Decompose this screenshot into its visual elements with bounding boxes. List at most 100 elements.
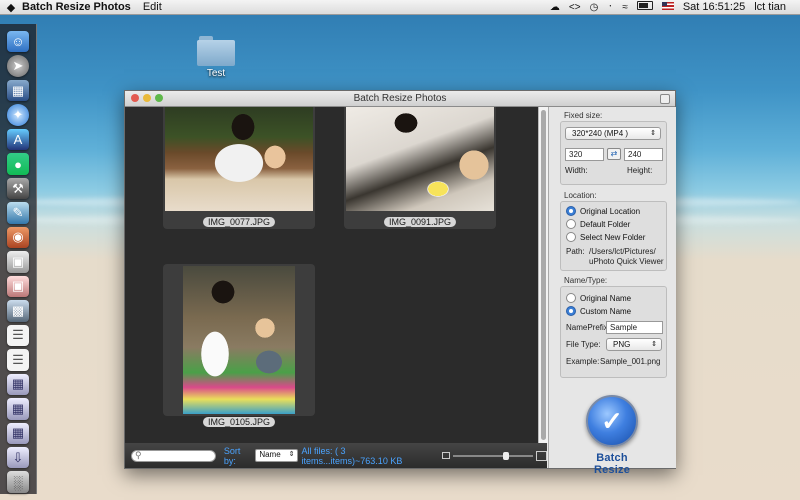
bottom-bar: ⚲ Sort by: Name ⇕ All files: ( 3 items..… (125, 443, 547, 468)
location-option-label: Select New Folder (580, 232, 646, 242)
thumbnail-size-slider[interactable] (442, 450, 547, 461)
photo-caption: IMG_0105.JPG (202, 417, 276, 427)
height-field[interactable]: 240 (624, 148, 663, 161)
scrollbar-thumb[interactable] (541, 110, 546, 440)
photo-caption: IMG_0091.JPG (383, 217, 457, 227)
clock[interactable]: Sat 16:51:25 (683, 1, 745, 13)
slider-knob[interactable] (503, 451, 509, 460)
nameprefix-label: NamePrefix: (566, 323, 611, 332)
location-option-label: Default Folder (580, 219, 631, 229)
document-icon[interactable]: ☰ (7, 349, 29, 371)
downloads-icon[interactable]: ⇩ (7, 446, 29, 469)
location-option-default[interactable]: Default Folder (566, 219, 630, 229)
photo-thumbnail[interactable]: IMG_0077.JPG (163, 107, 315, 229)
mission-control-icon[interactable]: ▦ (7, 79, 29, 102)
name-option-custom[interactable]: Custom Name (566, 306, 631, 316)
launchpad-icon[interactable]: ➤ (7, 55, 29, 77)
main-window: Batch Resize Photos IMG_0077.JPG IMG_009… (124, 90, 676, 476)
photo-app-icon[interactable]: ▣ (7, 275, 29, 298)
game-center-icon[interactable]: ● (7, 153, 29, 175)
chevron-updown-icon: ⇕ (288, 451, 295, 458)
minimize-button[interactable] (143, 94, 151, 102)
folder-icon (197, 36, 235, 66)
example-value: Sample_001.png (600, 357, 661, 366)
preview-icon[interactable]: ✎ (7, 202, 29, 224)
utilities-icon[interactable]: ⚒ (7, 177, 29, 200)
chevron-updown-icon: ⇕ (651, 341, 657, 348)
large-thumb-icon (536, 450, 547, 461)
photo-thumbnail[interactable]: IMG_0091.JPG (344, 107, 496, 229)
photo-caption: IMG_0077.JPG (202, 217, 276, 227)
photo-thumbnail[interactable]: IMG_0105.JPG (163, 264, 315, 427)
app-store-icon[interactable]: A (7, 128, 29, 151)
sort-select[interactable]: Name ⇕ (255, 449, 298, 462)
search-input[interactable]: ⚲ (131, 449, 216, 462)
screenshot-icon[interactable]: ▩ (7, 300, 29, 322)
stack-icon[interactable]: ▦ (7, 422, 29, 444)
sort-value: Name (259, 450, 281, 459)
finder-icon[interactable]: ☺ (7, 31, 29, 53)
status-tray: ☁ <> ◷ ᛫ ≈ Sat 16:51:25 lct tian (550, 1, 786, 13)
window-title: Batch Resize Photos (353, 93, 447, 104)
location-option-label: Original Location (580, 206, 641, 216)
apple-menu-icon[interactable]: ◆ (0, 1, 22, 14)
dock: ☺ ➤ ▦ ✦ A ● ⚒ ✎ ◉ ▣ ▣ ▩ ☰ ☰ ▦ ▦ ▦ ⇩ ░ (0, 24, 37, 494)
battery-icon[interactable] (636, 1, 653, 13)
name-option-label: Custom Name (580, 306, 632, 316)
fixed-size-title: Fixed size: (564, 111, 603, 120)
radio-icon (566, 293, 576, 303)
radio-icon (566, 306, 576, 316)
location-title: Location: (564, 191, 597, 200)
size-preset-value: 320*240 (MP4 ) (572, 129, 629, 138)
edit-menu[interactable]: Edit (143, 1, 162, 13)
stack-icon[interactable]: ▦ (7, 398, 29, 420)
cloud-icon[interactable]: ☁ (550, 2, 560, 13)
sort-by-label: Sort by: (223, 445, 241, 466)
wifi-icon[interactable]: ≈ (622, 2, 628, 13)
document-icon[interactable]: ☰ (7, 324, 29, 347)
path-label: Path: (566, 247, 585, 256)
photo-image (183, 266, 295, 414)
slider-track[interactable] (453, 451, 533, 460)
filetype-label: File Type: (566, 340, 601, 349)
desktop-folder[interactable]: Test (195, 36, 237, 79)
swap-dimensions-button[interactable]: ⇄ (607, 148, 621, 160)
location-option-select-new[interactable]: Select New Folder (566, 232, 645, 242)
photo-booth-icon[interactable]: ◉ (7, 226, 29, 249)
name-type-title: Name/Type: (564, 276, 608, 285)
flag-icon[interactable] (661, 1, 674, 13)
name-option-label: Original Name (580, 293, 632, 303)
location-option-original[interactable]: Original Location (566, 206, 640, 216)
size-preset-select[interactable]: 320*240 (MP4 ) ⇕ (565, 127, 661, 140)
filetype-value: PNG (613, 340, 631, 349)
time-machine-icon[interactable]: ◷ (590, 2, 599, 13)
radio-icon (566, 206, 576, 216)
title-bar[interactable]: Batch Resize Photos (125, 91, 675, 107)
example-label: Example: (566, 357, 600, 366)
user-name[interactable]: lct tian (754, 1, 786, 13)
path-value-line1: /Users/lct/Pictures/ (589, 247, 656, 256)
batch-resize-label: Batch Resize (593, 452, 631, 476)
nameprefix-field[interactable]: Sample (606, 321, 663, 334)
file-summary: All files: ( 3 items...items)~763.10 KB (301, 445, 403, 466)
name-option-original[interactable]: Original Name (566, 293, 631, 303)
app-menu[interactable]: Batch Resize Photos (22, 1, 131, 13)
settings-panel: Fixed size: 320*240 (MP4 ) ⇕ 320 ⇄ 240 W… (548, 107, 676, 476)
photo-gallery[interactable]: IMG_0077.JPG IMG_0091.JPG IMG_0105.JPG (125, 107, 538, 443)
batch-resize-button[interactable]: ✓ Batch Resize (579, 395, 645, 476)
gallery-scrollbar[interactable] (538, 107, 548, 443)
chevron-updown-icon: ⇕ (650, 130, 656, 137)
path-value-line2: uPhoto Quick Viewer (589, 257, 664, 266)
code-icon[interactable]: <> (569, 2, 581, 13)
close-button[interactable] (131, 94, 139, 102)
zoom-button[interactable] (155, 94, 163, 102)
trash-icon[interactable]: ░ (7, 471, 29, 493)
filetype-select[interactable]: PNG ⇕ (606, 338, 662, 351)
toolbar-toggle-button[interactable] (660, 94, 670, 104)
width-field[interactable]: 320 (565, 148, 604, 161)
bluetooth-icon[interactable]: ᛫ (607, 2, 613, 13)
iphoto-icon[interactable]: ▣ (7, 251, 29, 273)
stack-icon[interactable]: ▦ (7, 373, 29, 396)
radio-icon (566, 219, 576, 229)
safari-icon[interactable]: ✦ (7, 104, 29, 126)
